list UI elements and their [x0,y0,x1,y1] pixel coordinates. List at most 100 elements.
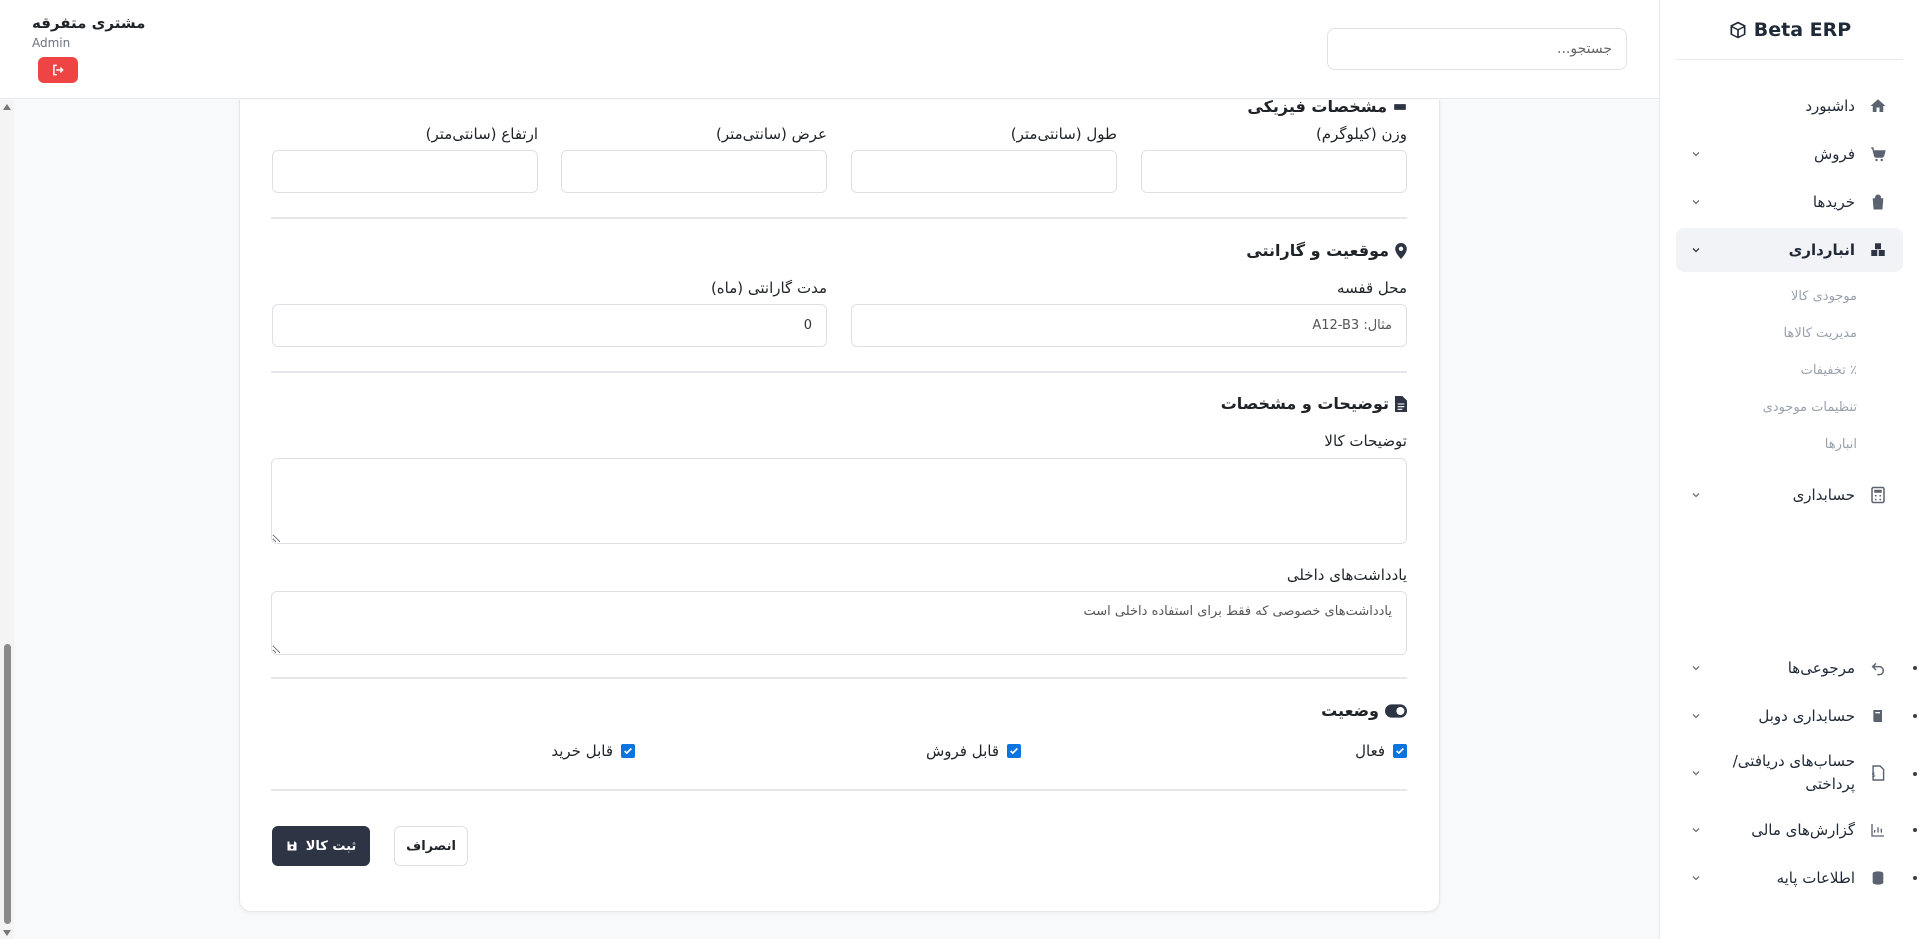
brand[interactable]: Beta ERP [1676,0,1903,60]
submit-label: ثبت کالا [305,838,357,854]
section-title-location: موقعیت و گارانتی [1246,241,1407,260]
chevron-down-icon[interactable] [1690,196,1702,208]
chevron-down-icon[interactable] [1690,148,1702,160]
book-icon [1867,708,1889,724]
weight-input[interactable] [1141,150,1407,193]
submenu-item-warehouses[interactable]: انبارها [1660,426,1919,463]
search-input[interactable] [1327,28,1627,70]
chevron-down-icon[interactable] [1690,662,1702,674]
shelf-location-input[interactable] [851,304,1407,347]
inventory-submenu: موجودی کالا مدیریت کالاها ٪ تخفیفات تنظی… [1660,276,1919,469]
purchasable-checkbox[interactable]: قابل خرید [551,742,635,760]
weight-label: وزن (کیلوگرم) [1315,125,1407,143]
shelf-label: محل قفسه [1336,279,1407,297]
width-input[interactable] [561,150,827,193]
sidebar-item-label: انبارداری [1788,241,1855,259]
sidebar-item-purchases[interactable]: خریدها [1676,180,1903,224]
toggle-on-icon [1385,703,1407,718]
sidebar-item-label: فروش [1813,145,1855,163]
main-content: مشخصات فیزیکی وزن (کیلوگرم) طول (سانتی‌م… [14,100,1659,939]
divider [271,789,1407,791]
sidebar-item-inventory[interactable]: انبارداری [1676,228,1903,272]
description-label: توضیحات کالا [1324,432,1407,450]
height-label: ارتفاع (سانتی‌متر) [425,125,538,143]
product-form-card: مشخصات فیزیکی وزن (کیلوگرم) طول (سانتی‌م… [239,100,1440,912]
chevron-down-icon[interactable] [1690,872,1702,884]
logout-icon [51,63,65,77]
section-title-physical: مشخصات فیزیکی [1247,100,1407,116]
warranty-label: مدت گارانتی (ماه) [710,279,827,297]
sidebar-item-returns[interactable]: مرجوعی‌ها [1676,646,1917,690]
bag-icon [1867,193,1889,211]
cube-icon [1728,20,1748,40]
brand-name: Beta ERP [1753,18,1852,41]
divider [271,371,1407,373]
user-role: Admin [32,36,71,50]
ruler-icon [1393,100,1407,114]
purchasable-label: قابل خرید [551,742,613,760]
user-menu[interactable]: مشتری متفرقه Admin [32,14,145,50]
logout-button[interactable] [38,57,78,83]
divider [271,677,1407,679]
width-label: عرض (سانتی‌متر) [715,125,827,143]
chevron-down-icon[interactable] [1690,710,1702,722]
warranty-months-input[interactable] [272,304,827,347]
sidebar-item-label: اطلاعات پایه [1776,869,1855,887]
sidebar-item-dashboard[interactable]: داشبورد [1676,84,1903,128]
database-icon [1867,869,1889,887]
length-input[interactable] [851,150,1117,193]
undo-icon [1867,660,1889,676]
sidebar-item-label: حساب‌های دریافتی/ پرداختی [1732,752,1855,793]
home-icon [1867,97,1889,115]
cancel-button[interactable]: انصراف [394,826,468,866]
section-title-status: وضعیت [1321,701,1407,720]
sidebar-item-accounting[interactable]: حسابداری [1676,473,1903,517]
divider [271,217,1407,219]
svg-text:$: $ [1871,771,1875,779]
submenu-item-stock-settings[interactable]: تنظیمات موجودی [1660,389,1919,426]
topbar: مشتری متفرقه Admin [0,0,1659,99]
chevron-down-icon[interactable] [1690,767,1702,779]
sidebar-item-receivables[interactable]: $ حساب‌های دریافتی/ پرداختی [1676,742,1917,804]
checkbox-checked-icon[interactable] [1393,744,1407,758]
scrollbar-thumb[interactable] [4,644,11,924]
submenu-item-discounts[interactable]: ٪ تخفیفات [1660,352,1919,389]
sidebar-item-label: حسابداری [1792,486,1855,504]
sidebar-item-label: مرجوعی‌ها [1787,659,1855,677]
checkbox-checked-icon[interactable] [621,744,635,758]
chevron-down-icon[interactable] [1690,244,1702,256]
invoice-icon: $ [1867,764,1889,782]
chevron-down-icon[interactable] [1690,489,1702,501]
sidebar-item-base-info[interactable]: اطلاعات پایه [1676,856,1917,900]
calculator-icon [1867,486,1889,504]
sellable-checkbox[interactable]: قابل فروش [926,742,1021,760]
sidebar-item-label: داشبورد [1805,97,1855,115]
internal-notes-textarea[interactable] [271,591,1407,655]
submenu-item-stock[interactable]: موجودی کالا [1660,278,1919,315]
height-input[interactable] [272,150,538,193]
scroll-up-arrow-icon[interactable] [3,104,11,110]
sidebar-item-sales[interactable]: فروش [1676,132,1903,176]
scroll-down-arrow-icon[interactable] [3,930,11,936]
save-icon [286,840,298,852]
sidebar-nav-lower: مرجوعی‌ها حسابداری دوبل $ حساب‌های دریاف… [1660,642,1919,904]
internal-notes-label: یادداشت‌های داخلی [1286,566,1407,584]
submit-product-button[interactable]: ثبت کالا [272,826,370,866]
sidebar: Beta ERP داشبورد فروش خریدها انبارداری م… [1659,0,1919,939]
cart-icon [1867,145,1889,163]
warehouse-icon [1867,241,1889,259]
description-textarea[interactable] [271,458,1407,544]
chevron-down-icon[interactable] [1690,824,1702,836]
sidebar-nav: داشبورد فروش خریدها انبارداری موجودی کال… [1660,60,1919,517]
active-checkbox[interactable]: فعال [1355,742,1407,760]
sidebar-item-financial-reports[interactable]: گزارش‌های مالی [1676,808,1917,852]
page-scrollbar[interactable] [0,100,14,939]
sidebar-item-label: حسابداری دوبل [1758,707,1855,725]
map-pin-icon [1395,242,1407,259]
submenu-item-products[interactable]: مدیریت کالاها [1660,315,1919,352]
sellable-label: قابل فروش [925,742,999,760]
sidebar-item-double-entry[interactable]: حسابداری دوبل [1676,694,1917,738]
checkbox-checked-icon[interactable] [1007,744,1021,758]
length-label: طول (سانتی‌متر) [1010,125,1117,143]
sidebar-item-label: خریدها [1812,193,1855,211]
